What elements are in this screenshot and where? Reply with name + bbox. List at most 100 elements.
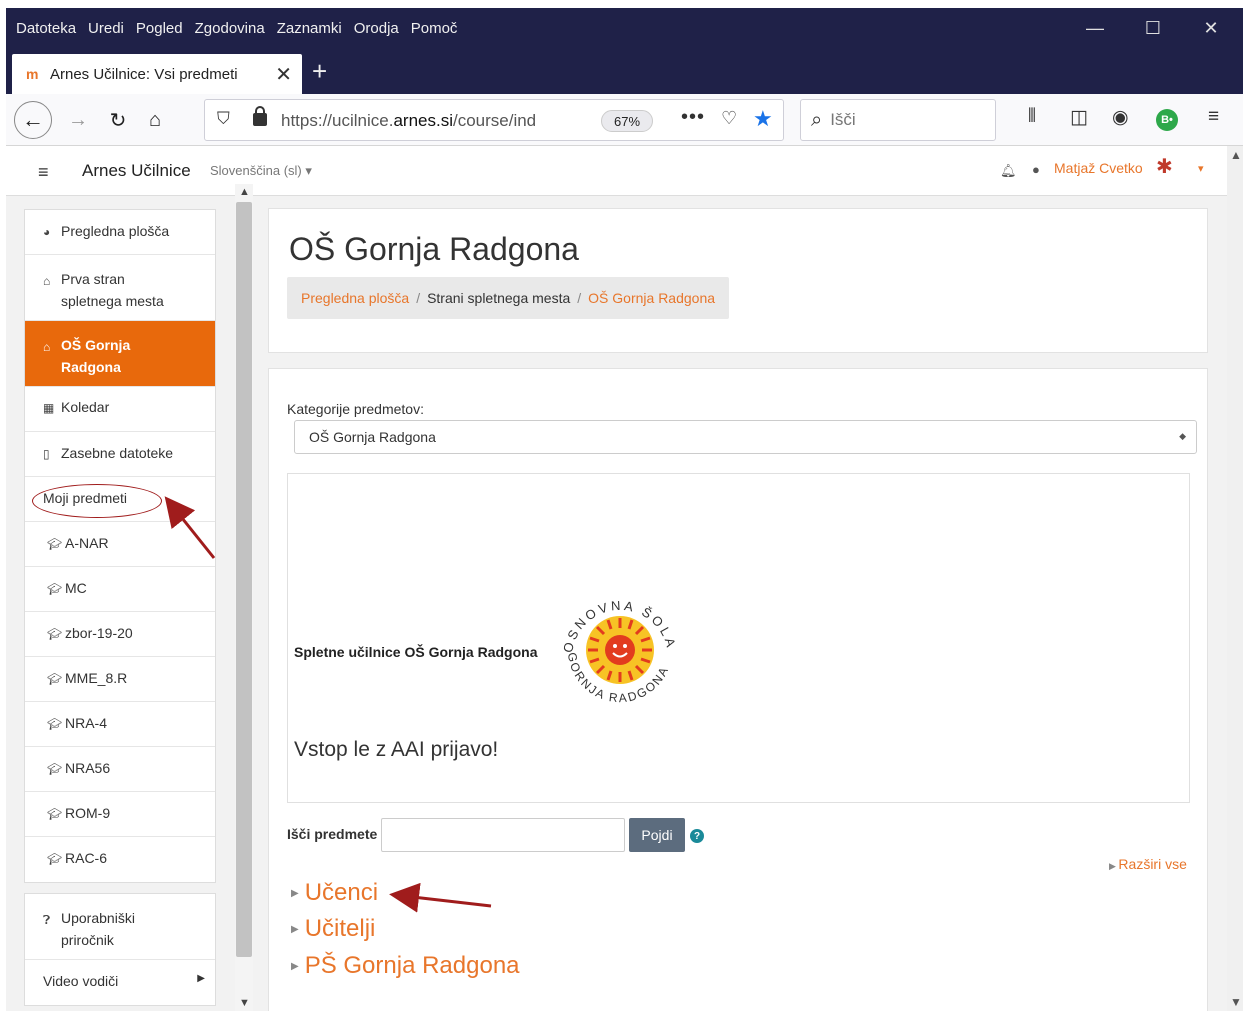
user-menu-caret-icon[interactable]: ▾	[1198, 162, 1204, 175]
page-viewport: ≡ Arnes Učilnice Slovenščina (sl) ▾ 🔔︎ ●…	[6, 146, 1227, 1011]
site-favicon-icon: m	[26, 66, 39, 82]
drawer-item-video-guides[interactable]: Video vodiči ▶	[25, 960, 215, 1005]
tab-bar: m Arnes Učilnice: Vsi predmeti ✕ +	[6, 48, 1243, 94]
user-name[interactable]: Matjaž Cvetko	[1054, 160, 1143, 176]
drawer-toggle-icon[interactable]: ≡	[38, 162, 49, 183]
expand-triangle-icon: ▶	[291, 924, 299, 936]
question-circle-icon: ❓︎	[43, 913, 51, 927]
drawer-scrollbar[interactable]: ▲ ▼	[235, 184, 253, 1011]
login-note: Vstop le z AAI prijavo!	[294, 738, 499, 761]
tab-close-icon[interactable]: ✕	[275, 62, 292, 87]
category-description: Spletne učilnice OŠ Gornja Radgona OSNOV…	[287, 473, 1190, 803]
url-text[interactable]: https://ucilnice.arnes.si/course/ind	[281, 111, 551, 131]
breadcrumb-dashboard[interactable]: Pregledna plošča	[301, 290, 409, 306]
moodle-navbar: ≡ Arnes Učilnice Slovenščina (sl) ▾ 🔔︎ ●…	[6, 146, 1227, 196]
library-icon[interactable]: ⫴	[1028, 106, 1036, 128]
school-logo: OSNOVNA ŠOLA GORNJA RADGONA	[560, 598, 676, 705]
scroll-up-icon[interactable]: ▲	[239, 186, 250, 198]
scroll-up-icon[interactable]: ▲	[1230, 148, 1242, 162]
category-branch-school[interactable]: ▶ PŠ Gornja Radgona	[291, 952, 520, 980]
browser-tab[interactable]: m Arnes Učilnice: Vsi predmeti ✕	[12, 54, 302, 94]
scroll-down-icon[interactable]: ▼	[1230, 995, 1242, 1009]
breadcrumb: Pregledna plošča / Strani spletnega mest…	[287, 277, 730, 319]
navigation-toolbar: ← → ↻ ⌂ ⛉ https://ucilnice.arnes.si/cour…	[6, 94, 1243, 146]
expand-all-link[interactable]: ▶ Razširi vse	[1109, 856, 1187, 872]
drawer-course-item[interactable]: 🎓︎ NRA56	[25, 747, 215, 792]
language-menu[interactable]: Slovenščina (sl) ▾	[210, 163, 312, 179]
drawer-item-user-guide[interactable]: ❓︎ Uporabniški priročnik	[25, 894, 215, 960]
user-avatar[interactable]: ✱	[1156, 154, 1173, 179]
drawer-item-school-home[interactable]: ⌂ OŠ Gornja Radgona	[25, 321, 215, 387]
drawer-course-item[interactable]: 🎓︎ MC	[25, 567, 215, 612]
breadcrumb-separator: /	[577, 290, 582, 306]
bookmark-star-icon[interactable]: ★	[753, 106, 773, 132]
zoom-level-badge[interactable]: 67%	[601, 110, 653, 132]
expand-triangle-icon: ▶	[291, 961, 299, 973]
notifications-bell-icon[interactable]: 🔔︎	[1000, 163, 1017, 179]
graduation-cap-icon: 🎓︎	[47, 627, 63, 641]
hamburger-menu-icon[interactable]: ≡	[1208, 106, 1219, 128]
category-select-label: Kategorije predmetov:	[287, 401, 424, 417]
scroll-down-icon[interactable]: ▼	[239, 997, 250, 1009]
reload-icon[interactable]: ↻	[104, 104, 132, 136]
calendar-icon: ▦	[43, 401, 55, 415]
breadcrumb-separator: /	[416, 290, 421, 306]
home-icon: ⌂	[43, 340, 51, 354]
page-actions-icon[interactable]: •••	[681, 106, 705, 129]
category-students[interactable]: ▶ Učenci	[291, 879, 378, 907]
course-search-label: Išči predmete	[287, 826, 378, 842]
account-icon[interactable]: ◉	[1112, 106, 1129, 129]
new-tab-icon[interactable]: +	[312, 56, 327, 87]
drawer-item-site-home[interactable]: ⌂ Prva stran spletnega mesta	[25, 255, 215, 321]
address-bar[interactable]: ⛉ https://ucilnice.arnes.si/course/ind 6…	[204, 99, 784, 141]
extension-badge-icon[interactable]: B•	[1156, 109, 1178, 131]
menu-zaznamki[interactable]: Zaznamki	[277, 20, 342, 37]
graduation-cap-icon: 🎓︎	[47, 852, 63, 866]
back-arrow-icon[interactable]: ←	[14, 101, 52, 139]
home-icon[interactable]: ⌂	[140, 104, 170, 136]
drawer-course-item[interactable]: 🎓︎ MME_8.R	[25, 657, 215, 702]
window-close-icon[interactable]: ✕	[1182, 8, 1240, 48]
drawer-help-section: ❓︎ Uporabniški priročnik Video vodiči ▶	[24, 893, 216, 1006]
drawer-course-item[interactable]: 🎓︎ RAC-6	[25, 837, 215, 882]
drawer-item-private-files[interactable]: ▯ Zasebne datoteke	[25, 432, 215, 477]
menu-zgodovina[interactable]: Zgodovina	[195, 20, 265, 37]
drawer-course-item[interactable]: 🎓︎ A-NAR	[25, 522, 215, 567]
course-search-button[interactable]: Pojdi	[629, 818, 685, 852]
help-icon[interactable]: ?	[690, 829, 704, 843]
pocket-icon[interactable]: ♡	[721, 108, 737, 129]
category-select[interactable]: OŠ Gornja Radgona ◆	[294, 420, 1197, 454]
lock-icon[interactable]	[253, 106, 267, 126]
page-scrollbar[interactable]: ▲ ▼	[1227, 146, 1243, 1011]
drawer-scroll-thumb[interactable]	[236, 202, 252, 957]
annotation-ellipse	[32, 484, 162, 518]
drawer-item-calendar[interactable]: ▦ Koledar	[25, 387, 215, 432]
browser-search-input[interactable]: ⌕ Išči	[800, 99, 996, 141]
drawer-nav-section: ◕ Pregledna plošča ⌂ Prva stran spletnega …	[24, 209, 216, 883]
site-brand[interactable]: Arnes Učilnice	[82, 161, 191, 181]
search-placeholder: Išči	[830, 110, 856, 129]
menu-orodja[interactable]: Orodja	[354, 20, 399, 37]
menu-uredi[interactable]: Uredi	[88, 20, 124, 37]
course-category-panel: Kategorije predmetov: OŠ Gornja Radgona …	[268, 368, 1208, 1011]
forward-arrow-icon[interactable]: →	[64, 104, 92, 136]
sidebar-icon[interactable]: ◫	[1070, 106, 1088, 129]
course-search-input[interactable]	[381, 818, 625, 852]
graduation-cap-icon: 🎓︎	[47, 672, 63, 686]
category-teachers[interactable]: ▶ Učitelji	[291, 915, 375, 943]
maximize-icon[interactable]: ☐	[1124, 8, 1182, 48]
graduation-cap-icon: 🎓︎	[47, 762, 63, 776]
page-header: OŠ Gornja Radgona Pregledna plošča / Str…	[268, 208, 1208, 353]
drawer-course-item[interactable]: 🎓︎ zbor-19-20	[25, 612, 215, 657]
messages-icon[interactable]: ●	[1032, 162, 1040, 177]
menu-datoteka[interactable]: Datoteka	[16, 20, 76, 37]
drawer-course-item[interactable]: 🎓︎ ROM-9	[25, 792, 215, 837]
drawer-item-dashboard[interactable]: ◕ Pregledna plošča	[25, 210, 215, 255]
menu-pomoc[interactable]: Pomoč	[411, 20, 458, 37]
breadcrumb-school[interactable]: OŠ Gornja Radgona	[588, 290, 715, 306]
drawer-course-item[interactable]: 🎓︎ NRA-4	[25, 702, 215, 747]
tracking-shield-icon[interactable]: ⛉	[217, 109, 230, 129]
minimize-icon[interactable]: —	[1066, 8, 1124, 48]
menu-pogled[interactable]: Pogled	[136, 20, 183, 37]
category-info-title: Spletne učilnice OŠ Gornja Radgona	[294, 644, 538, 660]
